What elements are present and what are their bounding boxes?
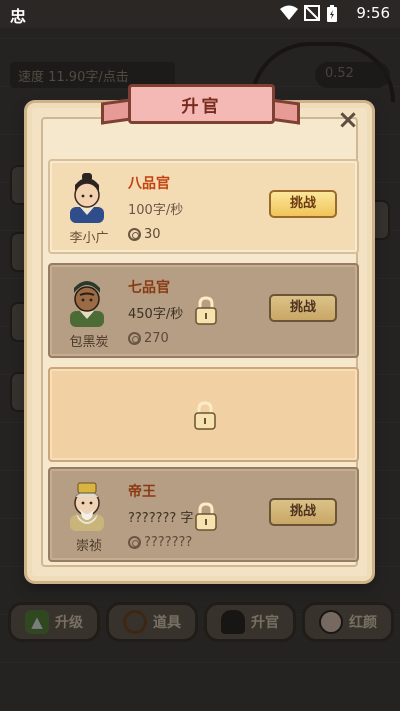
app-notification-icon: 忠 <box>10 7 27 26</box>
challenge-button[interactable]: 挑战 <box>269 498 337 526</box>
cost-value: 270 <box>144 331 169 346</box>
rank-card: 李小广 八品官 100字/秒 30 挑战 <box>48 159 359 254</box>
no-signal-icon <box>304 5 320 21</box>
challenge-button[interactable]: 挑战 <box>269 294 337 322</box>
official-name: 李小广 <box>69 231 109 246</box>
rank-cost: ??????? <box>128 535 192 550</box>
rank-speed: 450字/秒 <box>128 307 184 322</box>
promotion-dialog: 李小广 八品官 100字/秒 30 挑战 包黑炭 七品官 450字/秒 270 <box>27 103 372 581</box>
rank-cost: 270 <box>128 331 169 346</box>
rank-title: 帝王 <box>128 484 156 500</box>
challenge-button[interactable]: 挑战 <box>269 190 337 218</box>
dialog-title: 升官 <box>128 84 275 124</box>
official-name: 包黑炭 <box>69 335 109 350</box>
emperor-avatar-icon <box>70 482 104 531</box>
clock: 9:56 <box>356 4 390 22</box>
lock-icon <box>195 296 217 325</box>
status-icons <box>280 5 338 23</box>
wifi-icon <box>280 5 298 20</box>
rank-cost: 30 <box>128 227 161 242</box>
cost-value: 30 <box>144 227 161 242</box>
coin-icon <box>128 332 141 345</box>
official-avatar-icon <box>70 173 104 223</box>
official-avatar-icon <box>70 281 104 327</box>
rank-title: 七品官 <box>128 280 170 296</box>
rank-card-hidden <box>48 367 359 462</box>
rank-speed: ??????? 字 <box>128 511 194 526</box>
lock-icon <box>195 502 217 531</box>
close-icon[interactable]: × <box>336 107 360 133</box>
cost-value: ??????? <box>144 535 193 550</box>
official-name: 崇祯 <box>75 539 102 554</box>
lock-icon <box>194 401 216 430</box>
rank-title: 八品官 <box>128 176 170 192</box>
coin-icon <box>128 536 141 549</box>
coin-icon <box>128 228 141 241</box>
rank-speed: 100字/秒 <box>128 203 184 218</box>
rank-card: 崇祯 帝王 ??????? 字 ??????? 挑战 <box>48 467 359 562</box>
rank-card: 包黑炭 七品官 450字/秒 270 挑战 <box>48 263 359 358</box>
battery-icon <box>327 5 337 22</box>
status-bar: 忠 9:56 <box>0 0 400 28</box>
